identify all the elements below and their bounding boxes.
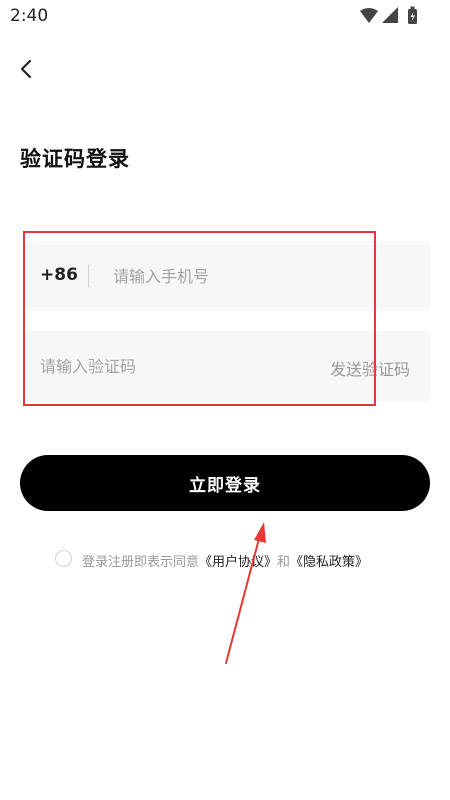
field-divider	[88, 265, 89, 287]
phone-field: +86	[25, 241, 430, 311]
country-code[interactable]: +86	[40, 265, 78, 285]
signal-icon	[382, 7, 398, 23]
login-button[interactable]: 立即登录	[20, 455, 430, 511]
phone-input[interactable]	[113, 261, 413, 291]
agree-checkbox[interactable]	[55, 550, 72, 567]
wifi-icon	[360, 8, 378, 23]
agreement-text: 登录注册即表示同意《用户协议》和《隐私政策》	[82, 551, 368, 570]
status-icons	[358, 6, 428, 26]
privacy-policy-link[interactable]: 《隐私政策》	[290, 555, 368, 570]
code-input[interactable]	[40, 351, 300, 381]
send-code-button[interactable]: 发送验证码	[330, 356, 410, 380]
battery-icon	[408, 6, 417, 24]
agreement-and: 和	[277, 555, 291, 570]
back-button[interactable]	[12, 54, 42, 84]
agreement-prefix: 登录注册即表示同意	[82, 555, 200, 570]
status-time: 2:40	[10, 6, 49, 26]
page-title: 验证码登录	[20, 147, 130, 171]
code-field: 发送验证码	[25, 331, 430, 401]
user-agreement-link[interactable]: 《用户协议》	[199, 555, 277, 570]
status-bar: 2:40	[0, 0, 450, 32]
chevron-left-icon	[20, 59, 32, 79]
